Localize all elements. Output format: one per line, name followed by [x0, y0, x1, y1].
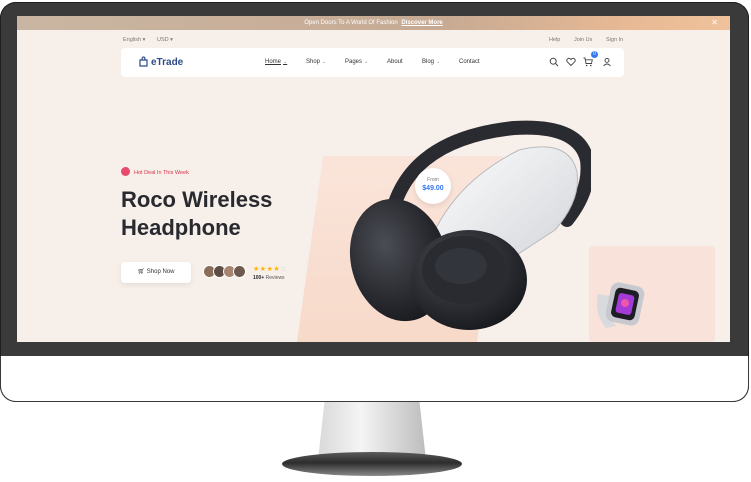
join-link[interactable]: Join Us	[574, 37, 592, 43]
currency-select[interactable]: USD ▾	[157, 37, 173, 43]
price-value: $49.00	[422, 185, 444, 192]
nav-about[interactable]: About	[387, 59, 403, 65]
search-icon[interactable]	[549, 57, 559, 67]
monitor-chin	[0, 356, 749, 402]
close-icon[interactable]: ✕	[711, 16, 718, 30]
chevron-down-icon: ⌄	[364, 59, 369, 65]
monitor-screen: Open Doors To A World Of Fashion Discove…	[17, 16, 730, 342]
shop-now-button[interactable]: 🛒︎ Shop Now	[121, 262, 191, 283]
hero-tagline-text: Hot Deal In This Week	[134, 170, 189, 176]
price-bubble: From $49.00	[415, 168, 451, 204]
cart-icon[interactable]	[583, 57, 593, 67]
currency-label: USD	[157, 37, 169, 43]
smartwatch-image	[597, 282, 645, 328]
nav-blog-label: Blog	[422, 59, 435, 65]
avatar	[233, 265, 246, 278]
reviews-count: 100+ Reviews	[253, 275, 285, 281]
heart-icon[interactable]	[566, 57, 576, 67]
reviewer-avatars	[203, 265, 251, 279]
logo[interactable]: eTrade	[139, 56, 183, 68]
nav-shop[interactable]: Shop ⌄	[306, 59, 326, 65]
promo-text: Open Doors To A World Of Fashion	[304, 20, 398, 26]
logo-text: eTrade	[151, 57, 184, 68]
hero-title: Roco Wireless Headphone	[121, 186, 321, 242]
star-empty-icon: ☆	[280, 266, 287, 273]
promo-bar: Open Doors To A World Of Fashion Discove…	[17, 16, 730, 30]
hero-title-line1: Roco Wireless	[121, 187, 273, 212]
top-utility-bar: English ▾ USD ▾ Help Join Us Sign In	[17, 34, 730, 46]
language-select[interactable]: English ▾	[123, 37, 145, 43]
language-label: English	[123, 37, 142, 43]
fire-icon	[121, 167, 130, 176]
reviews-label: Reviews	[265, 275, 285, 281]
promo-link[interactable]: Discover More	[401, 20, 442, 26]
cart-count-badge: 0	[591, 51, 598, 58]
star-rating: ★★★★☆	[253, 265, 287, 273]
nav-shop-label: Shop	[306, 59, 321, 65]
chevron-down-icon: ▾	[142, 37, 146, 43]
user-icon[interactable]	[602, 57, 612, 67]
hero-tagline: Hot Deal In This Week	[121, 167, 189, 176]
price-label: From	[427, 177, 439, 183]
chevron-down-icon: ⌄	[436, 59, 441, 65]
star-icon: ★	[259, 266, 267, 273]
nav-blog[interactable]: Blog ⌄	[422, 59, 440, 65]
chevron-down-icon: ⌄	[283, 59, 288, 65]
hero-title-line2: Headphone	[121, 215, 241, 240]
chevron-down-icon: ▾	[170, 37, 173, 43]
nav-pages-label: Pages	[345, 59, 363, 65]
main-navbar: eTrade Home ⌄ Shop ⌄ Pages ⌄ About Blog ⌄ Co…	[121, 48, 624, 77]
headphone-image	[349, 120, 591, 330]
chevron-down-icon: ⌄	[322, 59, 327, 65]
shopping-bag-icon	[139, 56, 148, 67]
shop-now-label: Shop Now	[146, 269, 175, 275]
reviews-number: 100+	[253, 275, 265, 281]
nav-home-label: Home	[265, 59, 282, 65]
help-link[interactable]: Help	[549, 37, 560, 43]
monitor-stand-base	[282, 452, 462, 476]
nav-contact[interactable]: Contact	[459, 59, 480, 65]
star-icon: ★	[253, 266, 260, 273]
nav-pages[interactable]: Pages ⌄	[345, 59, 368, 65]
signin-link[interactable]: Sign In	[606, 37, 623, 43]
nav-home[interactable]: Home ⌄	[265, 59, 287, 65]
cart-icon: 🛒︎	[137, 269, 146, 275]
